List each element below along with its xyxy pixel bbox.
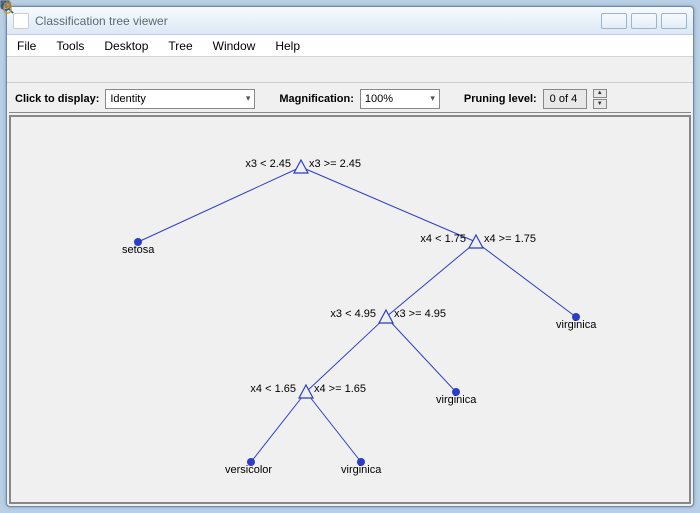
magnification-select[interactable]: 100%	[360, 89, 440, 109]
pruning-up-button[interactable]: ▲	[593, 89, 607, 99]
toolbar	[7, 57, 693, 83]
menu-window[interactable]: Window	[203, 35, 266, 56]
minimize-button[interactable]	[601, 13, 627, 29]
split-label: x4 < 1.65	[234, 383, 296, 395]
split-label: x4 >= 1.65	[314, 383, 366, 395]
pruning-value: 0 of 4	[543, 89, 587, 109]
leaf-label: versicolor	[225, 464, 272, 476]
menu-tree[interactable]: Tree	[158, 35, 202, 56]
menu-desktop[interactable]: Desktop	[94, 35, 158, 56]
pruning-down-button[interactable]: ▼	[593, 99, 607, 109]
display-select[interactable]: Identity	[105, 89, 255, 109]
leaf-label: virginica	[436, 394, 476, 406]
dock-icon[interactable]	[671, 35, 693, 56]
leaf-label: virginica	[556, 319, 596, 331]
close-button[interactable]	[661, 13, 687, 29]
split-label: x3 < 4.95	[314, 308, 376, 320]
window-frame: Classification tree viewer File Tools De…	[6, 6, 694, 507]
split-label: x3 >= 4.95	[394, 308, 446, 320]
pan-button[interactable]	[63, 60, 83, 80]
split-label: x4 >= 1.75	[484, 233, 536, 245]
control-bar: Click to display: Identity Magnification…	[9, 85, 691, 113]
zoom-in-button[interactable]	[11, 60, 31, 80]
display-label: Click to display:	[15, 93, 99, 105]
menu-help[interactable]: Help	[265, 35, 310, 56]
menu-file[interactable]: File	[7, 35, 46, 56]
menu-tools[interactable]: Tools	[46, 35, 94, 56]
split-label: x3 < 2.45	[229, 158, 291, 170]
leaf-label: setosa	[122, 244, 154, 256]
tree-canvas[interactable]: x3 < 2.45 x3 >= 2.45 setosa x4 < 1.75 x4…	[9, 115, 691, 504]
split-label: x3 >= 2.45	[309, 158, 361, 170]
titlebar[interactable]: Classification tree viewer	[7, 7, 693, 35]
leaf-label: virginica	[341, 464, 381, 476]
maximize-button[interactable]	[631, 13, 657, 29]
window-controls	[601, 13, 687, 29]
pruning-spinner: ▲ ▼	[593, 89, 607, 109]
window-title: Classification tree viewer	[35, 14, 601, 28]
zoom-out-button[interactable]	[37, 60, 57, 80]
magnification-label: Magnification:	[279, 93, 354, 105]
split-label: x4 < 1.75	[404, 233, 466, 245]
menubar: File Tools Desktop Tree Window Help	[7, 35, 693, 57]
pruning-label: Pruning level:	[464, 93, 537, 105]
